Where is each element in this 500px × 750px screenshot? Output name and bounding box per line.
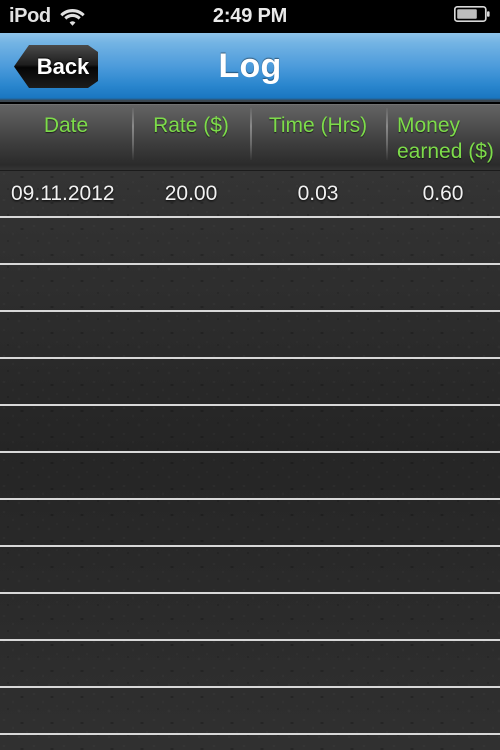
page-title: Log: [218, 47, 282, 85]
table-row-empty[interactable]: [0, 406, 500, 453]
table-header-row: Date Rate ($) Time (Hrs) Money earned ($…: [0, 104, 500, 171]
column-header-time[interactable]: Time (Hrs): [250, 104, 386, 170]
table-row-empty[interactable]: [0, 218, 500, 265]
column-header-money-earned[interactable]: Money earned ($): [386, 104, 500, 170]
status-bar: iPod 2:49 PM: [0, 0, 500, 33]
cell-time: 0.03: [297, 181, 339, 205]
table-row-empty[interactable]: [0, 359, 500, 406]
table-row-empty[interactable]: [0, 312, 500, 359]
column-header-date[interactable]: Date: [0, 104, 132, 170]
table-row[interactable]: 09.11.2012 20.00 0.03 0.60: [0, 171, 500, 218]
table-row-empty[interactable]: [0, 688, 500, 735]
app-screen: iPod 2:49 PM Back Log Date Rate ($) Time…: [0, 0, 500, 750]
table-row-empty[interactable]: [0, 500, 500, 547]
cell-money: 0.60: [422, 181, 464, 205]
log-list[interactable]: 09.11.2012 20.00 0.03 0.60: [0, 171, 500, 750]
table-row-empty[interactable]: [0, 265, 500, 312]
navigation-bar: Back Log: [0, 33, 500, 102]
table-row-empty[interactable]: [0, 453, 500, 500]
table-row-empty[interactable]: [0, 594, 500, 641]
cell-date: 09.11.2012: [11, 181, 115, 205]
table-row-empty[interactable]: [0, 641, 500, 688]
table-row-empty[interactable]: [0, 547, 500, 594]
status-bar-clock: 2:49 PM: [212, 5, 288, 27]
column-header-rate[interactable]: Rate ($): [132, 104, 250, 170]
cell-rate: 20.00: [164, 181, 218, 205]
